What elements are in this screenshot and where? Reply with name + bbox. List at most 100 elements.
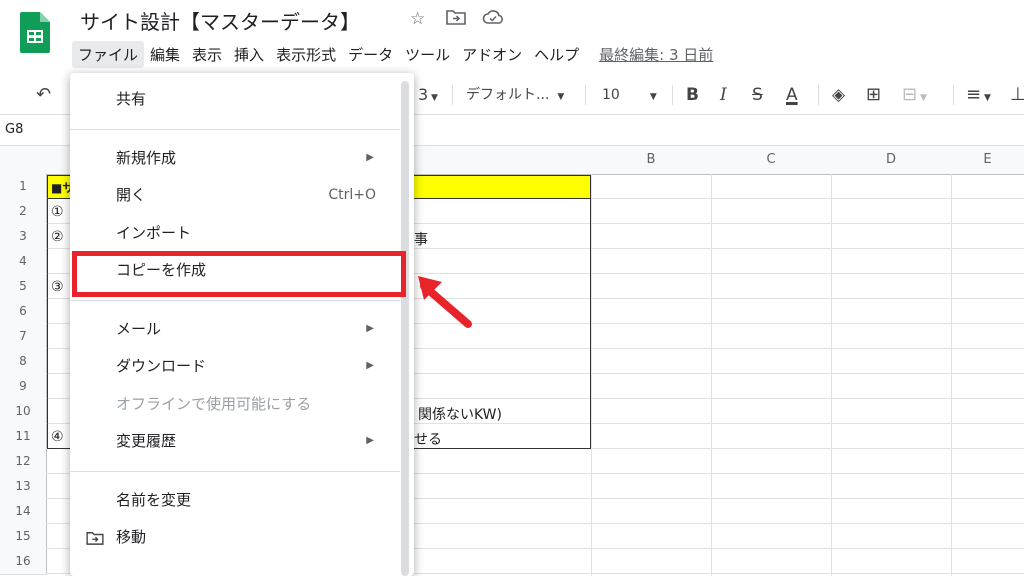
file-menu-item-9: オフラインで使用可能にする [70,386,400,422]
cell-a5-text: ③ [51,279,64,295]
file-menu-item-label: インポート [116,223,192,242]
toolbar-divider [818,85,819,105]
menu-insert[interactable]: 挿入 [228,41,270,68]
column-header-d[interactable]: D [831,146,952,175]
file-menu-item-2[interactable]: 新規作成 ▶ [70,140,400,176]
file-menu-item-label: 移動 [116,528,147,546]
row-header-8[interactable]: 8 [0,349,47,375]
menu-bar: ファイル 編集 表示 挿入 表示形式 データ ツール アドオン ヘルプ 最終編集… [72,40,713,68]
name-box[interactable]: G8 [5,122,23,137]
column-header-b[interactable]: B [591,146,712,175]
file-menu-dropdown: 共有 新規作成 ▶ 開く Ctrl+O インポート コピーを作成 メール ▶ ダウンロード ▶ オフラ… [70,73,414,576]
row-header-11[interactable]: 11 [0,424,47,450]
text-color-button[interactable]: A [786,76,798,114]
merge-cells-icon[interactable]: ⊟ ▼ [902,76,927,114]
move-folder-icon[interactable] [446,9,466,30]
row-header-14[interactable]: 14 [0,499,47,525]
column-gridline [951,174,952,576]
align-left-icon[interactable]: ≡ ▼ [966,76,991,114]
italic-button[interactable]: I [720,76,727,114]
menu-addons[interactable]: アドオン [456,41,528,68]
toolbar-divider [585,85,586,105]
file-menu-item-12[interactable]: 名前を変更 [70,482,400,518]
submenu-arrow-icon: ▶ [366,435,374,446]
file-menu-item-label: ダウンロード [116,357,207,375]
fill-color-icon[interactable]: ◈ [832,76,845,114]
zoom-select[interactable]: 3 ▼ [418,76,438,114]
strikethrough-button[interactable]: S [752,76,763,114]
menu-separator [70,128,400,130]
cell-a3-tail-text: 事 [414,232,428,248]
cell-a11-text: ④ [51,429,64,445]
row-header-10[interactable]: 10 [0,399,47,425]
cell-a11-tail-text: せる [414,432,442,448]
cell-a10-tail-text: 関係ないKW) [418,407,502,423]
submenu-arrow-icon: ▶ [366,360,374,371]
vertical-align-icon[interactable]: ⊥ [1010,76,1024,114]
menu-view[interactable]: 表示 [186,41,228,68]
last-edit-link[interactable]: 最終編集: 3 日前 [599,44,713,65]
file-menu-item-label: 新規作成 [116,148,177,167]
borders-icon[interactable]: ⊞ [866,76,881,114]
highlight-annotation-box [72,251,406,297]
row-header-13[interactable]: 13 [0,474,47,500]
row-header-7[interactable]: 7 [0,324,47,350]
column-gridline [831,174,832,576]
file-menu-item-7[interactable]: メール ▶ [70,311,400,347]
toolbar-divider [953,85,954,105]
file-menu-item-3[interactable]: 開く Ctrl+O [70,177,400,213]
row-header-15[interactable]: 15 [0,524,47,550]
file-menu-item-label: 変更履歴 [116,432,177,450]
document-title[interactable]: サイト設計【マスターデータ】 [80,6,360,35]
folder-move-icon [86,519,104,555]
row-header-5[interactable]: 5 [0,274,47,300]
sheets-logo-icon[interactable] [20,12,50,53]
cloud-status-icon[interactable] [482,9,504,30]
column-header-e[interactable]: E [951,146,1024,175]
toolbar-divider [672,85,673,105]
star-icon[interactable]: ☆ [410,9,425,29]
menu-tools[interactable]: ツール [399,41,456,68]
select-all-corner[interactable] [0,146,47,175]
menu-scrollbar[interactable] [401,81,409,576]
row-header-6[interactable]: 6 [0,299,47,325]
pointer-arrow-annotation-icon [418,276,472,328]
row-header-3[interactable]: 3 [0,224,47,250]
file-menu-item-8[interactable]: ダウンロード ▶ [70,348,400,384]
shortcut-hint: Ctrl+O [328,187,376,203]
row-header-16[interactable]: 16 [0,549,47,575]
column-gridline [591,174,592,576]
menu-separator [70,470,400,472]
column-header-c[interactable]: C [711,146,832,175]
menu-file[interactable]: ファイル [72,40,145,68]
font-size-select[interactable]: 10 ▼ [602,76,657,114]
dropdown-caret-icon: ▼ [649,92,657,102]
row-header-12[interactable]: 12 [0,449,47,475]
cell-a3-text: ② [51,229,64,245]
row-header-9[interactable]: 9 [0,374,47,400]
submenu-arrow-icon: ▶ [366,151,374,163]
row-header-2[interactable]: 2 [0,199,47,225]
menu-format[interactable]: 表示形式 [270,41,342,68]
row-header-1[interactable]: 1 [0,174,47,200]
undo-icon[interactable]: ↶ [36,76,51,114]
file-menu-item-label: メール [116,319,162,338]
dropdown-caret-icon: ▼ [557,92,565,102]
file-menu-item-label: 名前を変更 [116,490,192,509]
font-family-select[interactable]: デフォルト... ▼ [466,76,564,114]
menu-edit[interactable]: 編集 [144,41,186,68]
dropdown-caret-icon: ▼ [428,93,438,103]
file-menu-item-4[interactable]: インポート [70,215,400,251]
menu-data[interactable]: データ [342,41,399,68]
file-menu-item-label: 開く [116,186,147,204]
file-menu-item-0[interactable]: 共有 [70,81,400,117]
menu-help[interactable]: ヘルプ [528,41,585,68]
row-header-4[interactable]: 4 [0,249,47,275]
file-menu-item-10[interactable]: 変更履歴 ▶ [70,423,400,459]
toolbar-divider [452,85,453,105]
cell-a2-text: ① [51,204,64,220]
file-menu-item-label: オフラインで使用可能にする [116,394,312,413]
menu-separator [70,299,400,301]
file-menu-item-13[interactable]: 移動 [70,519,400,555]
bold-button[interactable]: B [686,76,699,114]
